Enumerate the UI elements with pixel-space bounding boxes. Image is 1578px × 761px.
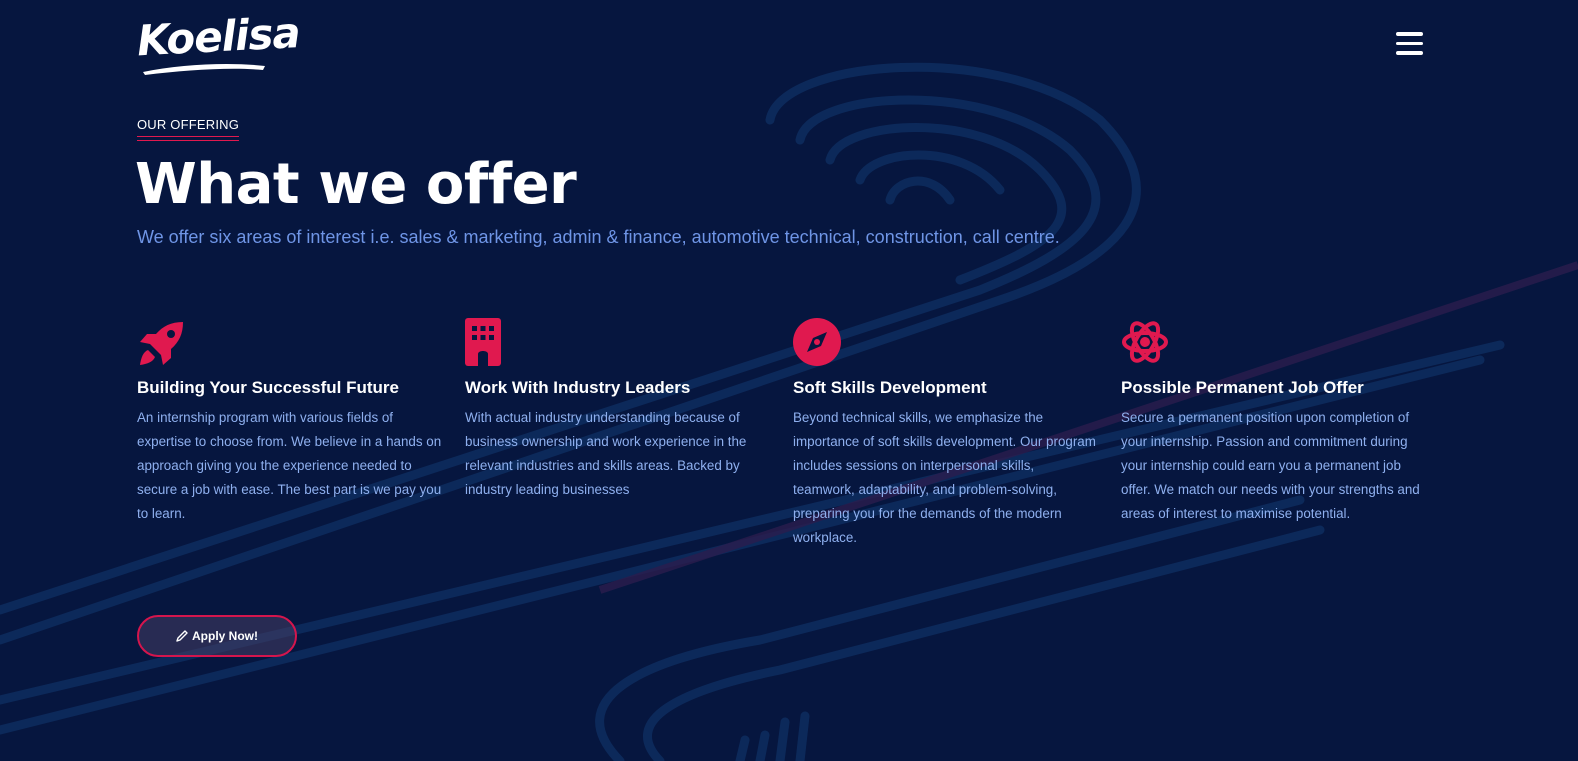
- feature-title: Possible Permanent Job Offer: [1121, 378, 1364, 397]
- feature-title: Building Your Successful Future: [137, 378, 399, 397]
- logo-text: Koelisa: [135, 7, 301, 66]
- pencil-icon: [176, 630, 188, 642]
- section-subtitle: We offer six areas of interest i.e. sale…: [137, 227, 1060, 247]
- hamburger-menu-icon[interactable]: [1396, 32, 1426, 58]
- apply-now-label: Apply Now!: [192, 629, 258, 643]
- section-title: What we offer: [135, 152, 577, 217]
- feature-text: With actual industry understanding becau…: [465, 410, 747, 497]
- logo-swoosh-icon: [143, 64, 265, 75]
- feature-text: Secure a permanent position upon complet…: [1121, 410, 1420, 521]
- rocket-icon: [140, 322, 183, 365]
- feature-text: An internship program with various field…: [137, 410, 442, 521]
- feature-card: Possible Permanent Job Offer Secure a pe…: [1121, 318, 1426, 526]
- page: Koelisa OUR OFFERING What we offer We of…: [0, 0, 1578, 761]
- apply-now-button[interactable]: Apply Now!: [137, 615, 297, 657]
- feature-text: Beyond technical skills, we emphasize th…: [793, 410, 1096, 545]
- feature-card: Work With Industry Leaders With actual i…: [465, 318, 770, 502]
- feature-card: Building Your Successful Future An inter…: [137, 318, 442, 526]
- section-eyebrow: OUR OFFERING: [137, 117, 240, 141]
- building-icon: [465, 318, 501, 366]
- koelisa-logo[interactable]: Koelisa: [135, 7, 301, 76]
- feature-title: Work With Industry Leaders: [465, 378, 691, 397]
- atom-icon: [1122, 321, 1168, 363]
- feature-card: Soft Skills Development Beyond technical…: [793, 318, 1098, 550]
- compass-icon: [793, 318, 841, 366]
- feature-title: Soft Skills Development: [793, 378, 987, 397]
